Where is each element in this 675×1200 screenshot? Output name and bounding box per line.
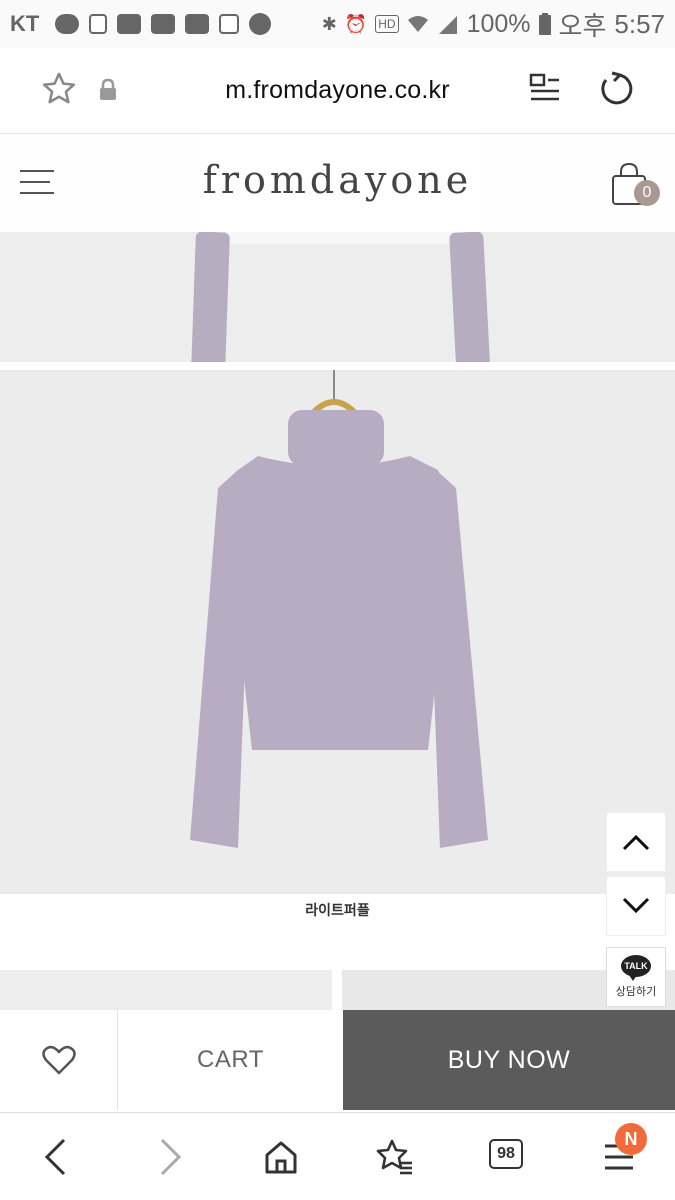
product-color-caption: 라이트퍼플 bbox=[305, 902, 370, 918]
wishlist-button[interactable] bbox=[0, 1010, 118, 1110]
talk-label: 상담하기 bbox=[615, 986, 657, 998]
hd-icon: HD bbox=[375, 15, 399, 33]
bluetooth-icon: ✱ bbox=[321, 13, 337, 34]
alarm-icon: ⏰ bbox=[344, 13, 368, 34]
signal-icon bbox=[438, 16, 457, 34]
youtube-icon bbox=[185, 14, 210, 34]
site-logo[interactable]: fromdayone bbox=[0, 158, 675, 202]
clock: 5:57 bbox=[614, 8, 665, 39]
chevron-up-icon bbox=[622, 834, 650, 851]
status-bar: KT ✱ ⏰ HD 100% 오후 5:57 bbox=[0, 0, 675, 48]
kakao-talk-button[interactable]: TALK 상담하기 bbox=[606, 947, 666, 1007]
browser-url-bar: m.fromdayone.co.kr bbox=[0, 48, 675, 134]
add-to-cart-button[interactable]: CART bbox=[118, 1010, 343, 1110]
browser-bottom-nav bbox=[0, 1112, 675, 1200]
purchase-action-bar: CART BUY NOW bbox=[0, 1010, 675, 1110]
home-icon[interactable] bbox=[263, 1139, 299, 1175]
battery-percent: 100% bbox=[466, 9, 531, 38]
forward-icon[interactable] bbox=[158, 1137, 184, 1177]
chevron-down-icon bbox=[622, 897, 650, 914]
cart-count-badge: 0 bbox=[634, 180, 660, 206]
scroll-top-button[interactable] bbox=[606, 812, 666, 872]
battery-icon bbox=[538, 13, 551, 35]
notification-icon bbox=[89, 14, 108, 34]
alert-icon bbox=[249, 13, 272, 35]
sweater-sleeve-right bbox=[449, 231, 495, 362]
sweater-illustration bbox=[190, 370, 488, 848]
heart-icon bbox=[41, 1045, 76, 1075]
product-thumbnail[interactable] bbox=[0, 970, 332, 1010]
reload-icon[interactable] bbox=[597, 70, 635, 108]
wifi-icon bbox=[407, 16, 428, 32]
notification-icon bbox=[55, 14, 80, 34]
sweater-sleeve-left bbox=[188, 231, 230, 362]
image-icon bbox=[219, 14, 240, 34]
talk-icon: TALK bbox=[621, 955, 651, 981]
youtube-icon bbox=[117, 14, 142, 34]
bookmarks-star-icon[interactable] bbox=[374, 1137, 414, 1177]
notification-badge: N bbox=[615, 1123, 647, 1155]
time-period: 오후 bbox=[558, 10, 607, 41]
youtube-icon bbox=[151, 14, 176, 34]
url-text[interactable]: m.fromdayone.co.kr bbox=[0, 76, 675, 105]
reader-mode-icon[interactable] bbox=[528, 72, 562, 106]
scroll-bottom-button[interactable] bbox=[606, 876, 666, 936]
product-image-main[interactable] bbox=[0, 370, 675, 894]
site-header: fromdayone bbox=[0, 134, 675, 232]
carrier-label: KT bbox=[10, 11, 40, 36]
back-icon[interactable] bbox=[42, 1137, 68, 1177]
tab-count-button[interactable]: 98 bbox=[489, 1139, 523, 1169]
buy-now-button[interactable]: BUY NOW bbox=[343, 1010, 675, 1110]
